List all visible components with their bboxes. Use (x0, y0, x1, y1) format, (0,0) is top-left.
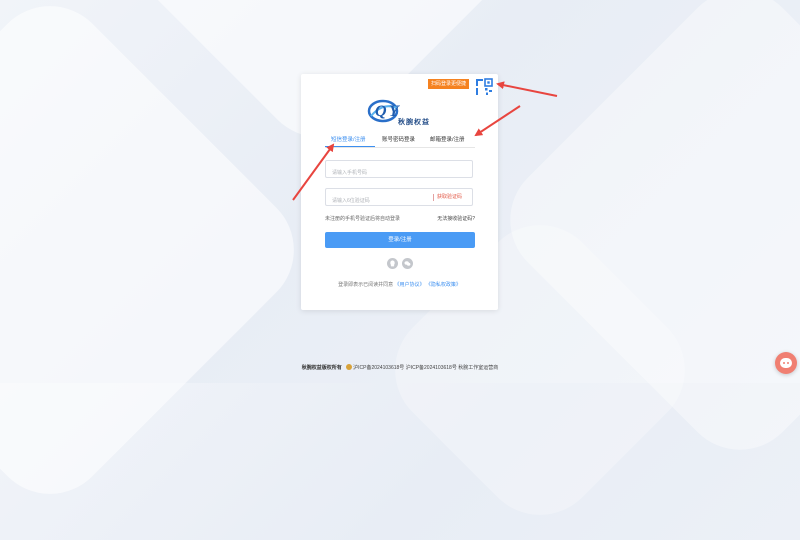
icp-record-2[interactable]: 沪ICP备2024103618号 (406, 365, 457, 371)
police-badge-icon (346, 364, 353, 370)
page-footer: 秋腕权益版权所有 沪ICP备2024103618号 沪ICP备202410361… (0, 364, 800, 371)
agreement-prefix: 登录即表示已阅读并同意 (338, 282, 394, 288)
studio-operator: 秋腕工作室运营商 (458, 365, 499, 371)
code-field-wrapper: 获取验证码 (325, 188, 473, 209)
tab-sms-login[interactable]: 短信登录/注册 (331, 135, 366, 143)
agreement-text: 登录即表示已阅读并同意 《用户协议》 《隐私权政策》 (301, 281, 498, 288)
arrow-to-qr-login (496, 81, 558, 97)
qr-code-login-icon[interactable] (475, 78, 493, 96)
qr-login-tip: 扫码登录更便捷 (428, 79, 470, 89)
verification-code-input[interactable] (326, 193, 432, 209)
get-code-button[interactable]: 获取验证码 (437, 193, 462, 200)
chat-bot-icon (780, 358, 792, 368)
qq-login-icon[interactable] (387, 258, 398, 269)
svg-text:Q: Q (375, 103, 387, 120)
active-tab-indicator (325, 146, 375, 147)
brand-name: 秋腕权益 (398, 119, 430, 126)
login-register-button[interactable]: 登录/注册 (325, 232, 475, 248)
wechat-login-icon[interactable] (402, 258, 413, 269)
phone-input[interactable] (326, 165, 432, 181)
login-tabs: 短信登录/注册 账号密码登录 邮箱登录/注册 (325, 133, 475, 148)
cannot-receive-code-link[interactable]: 无法接收验证码? (437, 215, 475, 222)
tab-password-login[interactable]: 账号密码登录 (382, 135, 415, 143)
tab-email-login[interactable]: 邮箱登录/注册 (430, 135, 465, 143)
icp-record-1[interactable]: 沪ICP备2024103618号 (353, 365, 404, 371)
privacy-policy-link[interactable]: 《隐私权政策》 (426, 282, 461, 288)
support-chat-button[interactable] (775, 352, 797, 374)
copyright-owner: 秋腕权益版权所有 (301, 365, 342, 371)
phone-field-wrapper (325, 160, 473, 181)
auto-register-hint: 未注册的手机号验证后将自动登录 (325, 216, 401, 222)
user-agreement-link[interactable]: 《用户协议》 (394, 282, 424, 288)
login-card: 扫码登录更便捷 Q Y 秋腕权益 短信登录/注册 账号密码登录 邮箱登录/注册 (301, 74, 498, 310)
divider (433, 194, 434, 201)
